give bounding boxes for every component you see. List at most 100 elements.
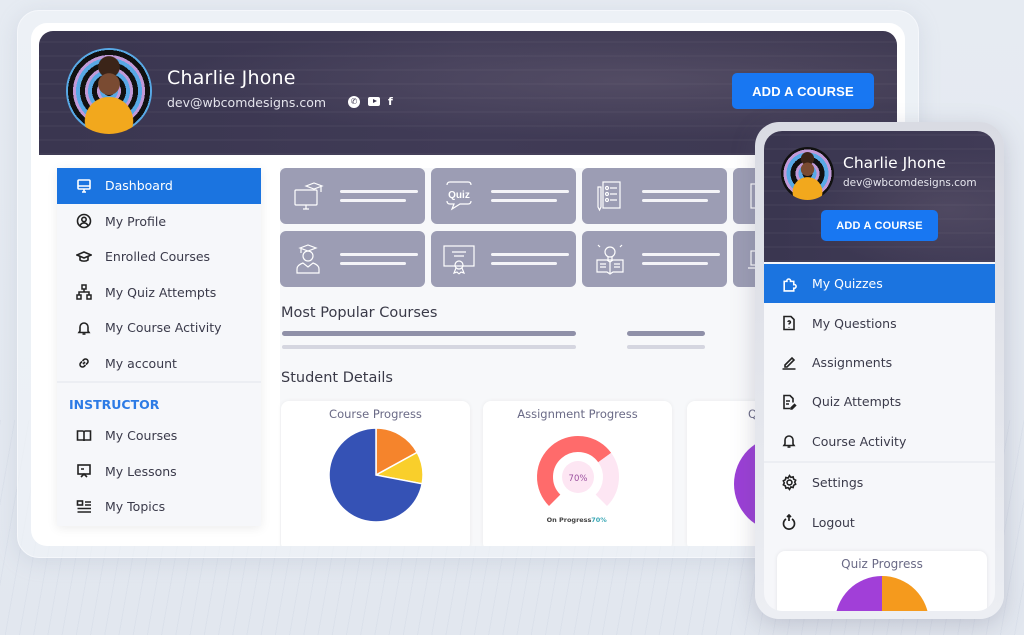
graduation-cap-icon: [75, 248, 93, 266]
mobile-item-label: My Quizzes: [812, 276, 883, 292]
stat-tile[interactable]: [582, 231, 727, 287]
mobile-item-quiz-attempts[interactable]: Quiz Attempts: [764, 382, 995, 421]
monitor-icon: [75, 177, 93, 195]
book-open-icon: [75, 427, 93, 445]
quiz-progress-pie: [836, 576, 928, 611]
gauge-center-label: 70%: [568, 474, 587, 484]
sidebar-item-my-topics[interactable]: My Topics: [57, 489, 261, 525]
add-course-button[interactable]: ADD A COURSE: [821, 210, 938, 241]
logout-icon: [780, 513, 798, 531]
sidebar-item-label: My Lessons: [105, 463, 177, 479]
mobile-dashboard: Charlie Jhone dev@wbcomdesigns.com ADD A…: [764, 131, 995, 611]
sidebar-item-label: My Course Activity: [105, 320, 222, 336]
student-icon: [290, 241, 326, 277]
mobile-item-label: My Questions: [812, 315, 897, 331]
stat-placeholder: [491, 253, 569, 265]
stat-placeholder: [340, 253, 418, 265]
card-title: Assignment Progress: [517, 407, 638, 421]
avatar[interactable]: [66, 48, 152, 134]
sidebar-item-label: Enrolled Courses: [105, 249, 211, 265]
quiz-slice-orange: [882, 576, 928, 611]
sidebar-item-label: My Quiz Attempts: [105, 284, 217, 300]
mobile-item-label: Course Activity: [812, 433, 907, 449]
stat-placeholder: [642, 190, 720, 202]
mobile-profile-cover: Charlie Jhone dev@wbcomdesigns.com ADD A…: [764, 131, 995, 262]
presentation-icon: [75, 462, 93, 480]
topics-list-icon: [75, 498, 93, 516]
computer-graduation-icon: [290, 178, 326, 214]
add-course-button[interactable]: ADD A COURSE: [732, 73, 874, 109]
sidebar-item-label: My Profile: [105, 213, 167, 229]
card-title: Quiz Progress: [841, 557, 923, 571]
sidebar-item-dashboard[interactable]: Dashboard: [57, 168, 261, 204]
sidebar-item-enrolled-courses[interactable]: Enrolled Courses: [57, 239, 261, 275]
certificate-icon: [441, 241, 477, 277]
mobile-nav: My Quizzes My Questions Assignments Quiz…: [764, 264, 995, 542]
stat-placeholder: [491, 190, 569, 202]
profile-email: dev@wbcomdesigns.com: [167, 95, 327, 110]
popular-courses-heading: Most Popular Courses: [281, 305, 438, 321]
course-placeholder-bar: [282, 345, 576, 349]
stat-tile[interactable]: [431, 231, 576, 287]
sidebar-item-label: Dashboard: [105, 178, 173, 194]
lightbulb-book-icon: [592, 241, 628, 277]
stat-placeholder: [340, 190, 418, 202]
mobile-item-label: Settings: [812, 475, 864, 491]
mobile-item-my-questions[interactable]: My Questions: [764, 303, 995, 342]
checklist-icon: [592, 178, 628, 214]
svg-text:Quiz: Quiz: [448, 190, 470, 201]
gauge-track: [594, 452, 619, 506]
file-edit-icon: [780, 393, 798, 411]
whatsapp-icon[interactable]: ✆: [348, 95, 360, 108]
stat-tile[interactable]: [280, 168, 425, 224]
sidebar-item-my-profile[interactable]: My Profile: [57, 204, 261, 240]
sidebar-item-my-lessons[interactable]: My Lessons: [57, 454, 261, 490]
social-links: ✆ f: [348, 95, 393, 108]
pencil-icon: [780, 353, 798, 371]
sidebar-item-course-activity[interactable]: My Course Activity: [57, 310, 261, 346]
student-details-heading: Student Details: [281, 370, 393, 386]
facebook-icon[interactable]: f: [388, 95, 393, 108]
youtube-icon[interactable]: [368, 97, 380, 106]
quiz-slice-purple: [836, 576, 882, 611]
quiz-bubble-icon: Quiz: [441, 178, 477, 214]
stat-placeholder: [642, 253, 720, 265]
gauge-legend-label: On Progress: [546, 516, 591, 524]
quiz-progress-card: Quiz Progress: [777, 551, 987, 611]
sitemap-icon: [75, 283, 93, 301]
link-icon: [75, 354, 93, 372]
sidebar-item-my-courses[interactable]: My Courses: [57, 418, 261, 454]
sidebar-item-quiz-attempts[interactable]: My Quiz Attempts: [57, 275, 261, 311]
profile-email: dev@wbcomdesigns.com: [843, 177, 977, 189]
sidebar: Dashboard My Profile Enrolled Courses My…: [57, 168, 261, 526]
mobile-item-my-quizzes[interactable]: My Quizzes: [764, 264, 995, 304]
bell-icon: [780, 432, 798, 450]
stat-tile[interactable]: Quiz: [431, 168, 576, 224]
gear-icon: [780, 474, 798, 492]
question-file-icon: [780, 314, 798, 332]
mobile-item-course-activity[interactable]: Course Activity: [764, 422, 995, 461]
mobile-item-logout[interactable]: Logout: [764, 502, 995, 541]
puzzle-icon: [780, 275, 798, 293]
course-placeholder-bar: [627, 331, 705, 336]
course-progress-pie: [327, 427, 424, 523]
avatar[interactable]: [781, 147, 834, 200]
mobile-item-label: Quiz Attempts: [812, 394, 902, 410]
card-title: Course Progress: [329, 407, 422, 421]
course-progress-card: Course Progress: [281, 401, 470, 546]
stat-tile[interactable]: [582, 168, 727, 224]
course-placeholder-bar: [282, 331, 576, 336]
bell-icon: [75, 319, 93, 337]
profile-name: Charlie Jhone: [843, 154, 946, 172]
mobile-item-assignments[interactable]: Assignments: [764, 343, 995, 382]
sidebar-item-my-account[interactable]: My account: [57, 346, 261, 382]
stat-tile[interactable]: [280, 231, 425, 287]
mobile-item-settings[interactable]: Settings: [764, 463, 995, 502]
mobile-item-label: Logout: [812, 514, 855, 530]
sidebar-item-label: My Courses: [105, 428, 178, 444]
instructor-heading: INSTRUCTOR: [69, 397, 160, 412]
assignment-progress-gauge: 70% On Progress 70%: [536, 436, 619, 524]
sidebar-item-label: My account: [105, 355, 177, 371]
mobile-item-label: Assignments: [812, 354, 893, 370]
gauge-legend-value: 70%: [591, 516, 607, 524]
